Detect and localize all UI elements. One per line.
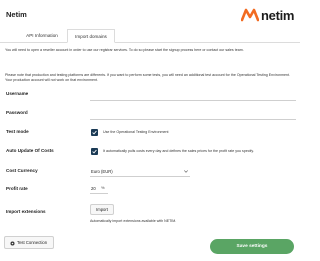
test-connection-icon [10, 241, 15, 246]
test-mode-checkbox[interactable] [91, 129, 98, 136]
auto-update-label: Auto Update Of Costs [6, 148, 54, 153]
import-button[interactable]: Import [90, 204, 114, 215]
checkmark-icon [92, 130, 97, 135]
test-mode-label: Test mode [6, 129, 29, 134]
tab-bar: API Information Import domains [0, 29, 300, 43]
username-input[interactable] [90, 91, 296, 101]
cost-currency-select[interactable]: Euro (EUR) [90, 167, 190, 177]
auto-update-description: It automatically pulls costs every day a… [103, 149, 254, 153]
profit-rate-label: Profit rate [6, 186, 28, 191]
save-settings-button[interactable]: Save settings [210, 239, 294, 254]
app-title: Netim [6, 10, 27, 19]
netim-logo-icon [241, 8, 259, 22]
chevron-down-icon [184, 170, 188, 173]
test-connection-button[interactable]: Test Connection [4, 236, 54, 249]
password-input[interactable] [90, 110, 296, 120]
import-extensions-description: Automatically import extensions availabl… [90, 219, 177, 223]
cost-currency-value: Euro (EUR) [91, 169, 113, 174]
tab-api-information[interactable]: API Information [18, 29, 66, 43]
brand-name: netim [261, 7, 295, 23]
tab-import-domains[interactable]: Import domains [67, 29, 115, 43]
profit-rate-input[interactable]: 20 [90, 184, 108, 194]
password-label: Password [6, 110, 28, 115]
username-label: Username [6, 91, 29, 96]
import-extensions-label: Import extensions [6, 209, 46, 214]
header: Netim netim [0, 0, 300, 30]
cost-currency-label: Cost Currency [6, 168, 38, 173]
checkmark-icon [92, 149, 97, 154]
test-mode-description: Use the Operational Testing Environment [103, 130, 169, 134]
ote-notice: Please note that production and testing … [5, 73, 290, 83]
test-connection-label: Test Connection [17, 240, 48, 245]
reseller-notice: You will need to open a reseller account… [5, 48, 244, 52]
profit-rate-unit: % [101, 185, 105, 190]
netim-logo: netim [241, 4, 294, 26]
auto-update-checkbox[interactable] [91, 148, 98, 155]
